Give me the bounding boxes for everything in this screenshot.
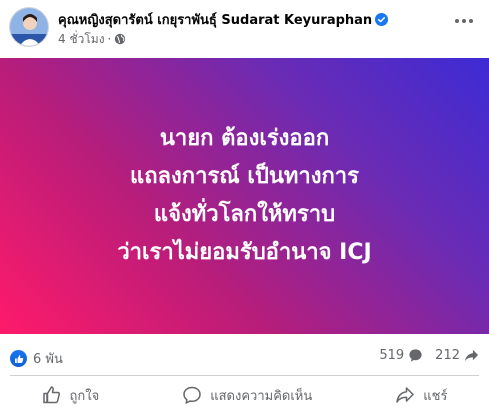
author-name-text[interactable]: คุณหญิงสุดารัตน์ เกยุราพันธุ์ Sudarat Ke… [58, 13, 372, 28]
share-arrow-icon [464, 349, 479, 362]
thumbs-up-icon [42, 386, 60, 404]
author-name[interactable]: คุณหญิงสุดารัตน์ เกยุราพันธุ์ Sudarat Ke… [58, 9, 389, 30]
comment-count-value: 519 [379, 348, 405, 363]
reactions-summary[interactable]: 6 พัน [10, 348, 63, 369]
post-timestamp[interactable]: 4 ชั่วโมง [58, 32, 105, 46]
avatar-image [10, 8, 48, 46]
meta-separator: · [107, 32, 112, 46]
share-icon [396, 387, 415, 403]
post-stats: 6 พัน 519 212 [0, 342, 489, 372]
more-options-icon[interactable] [451, 8, 477, 34]
engagement-counts: 519 212 [367, 348, 479, 363]
share-button[interactable]: แชร์ [379, 379, 463, 412]
share-count[interactable]: 212 [435, 348, 479, 363]
post-actions: ถูกใจ แสดงความคิดเห็น แชร์ [0, 377, 489, 413]
comment-label: แสดงความคิดเห็น [210, 388, 313, 404]
globe-icon[interactable] [114, 33, 126, 45]
verified-badge-icon [375, 13, 389, 26]
share-label: แชร์ [423, 388, 448, 404]
banner-line-4: ว่าเราไม่ยอมรับอำนาจ ICJ [117, 240, 372, 265]
like-button[interactable]: ถูกใจ [26, 379, 116, 412]
actions-divider [10, 375, 479, 376]
comment-button[interactable]: แสดงความคิดเห็น [166, 379, 328, 412]
banner-line-3: แจ้งทั่วโลกให้ทราบ [153, 202, 336, 227]
banner-line-2: แถลงการณ์ เป็นทางการ [130, 164, 359, 189]
avatar[interactable] [9, 7, 49, 47]
post-banner: นายก ต้องเร่งออก แถลงการณ์ เป็นทางการ แจ… [0, 58, 489, 334]
reaction-count[interactable]: 6 พัน [33, 348, 63, 369]
comment-bubble-icon [409, 349, 422, 362]
post-meta: 4 ชั่วโมง · [58, 30, 126, 49]
post-header: คุณหญิงสุดารัตน์ เกยุราพันธุ์ Sudarat Ke… [0, 0, 489, 58]
like-reaction-icon [10, 350, 27, 367]
comment-icon [183, 386, 201, 404]
banner-line-1: นายก ต้องเร่งออก [159, 126, 330, 151]
share-count-value: 212 [435, 348, 460, 363]
comment-count[interactable]: 519 [379, 348, 423, 363]
like-label: ถูกใจ [69, 388, 100, 404]
